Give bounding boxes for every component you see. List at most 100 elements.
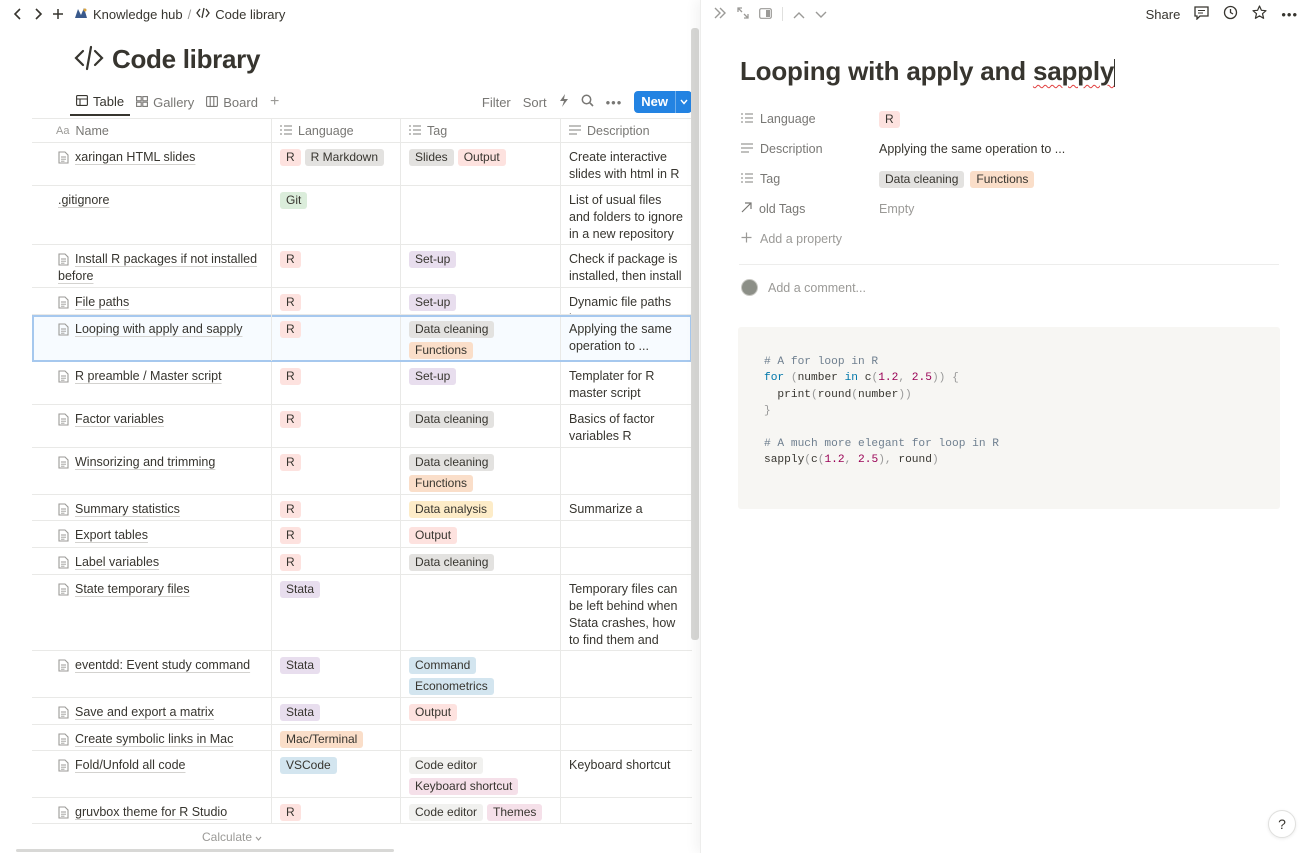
row-title[interactable]: R preamble / Master script (58, 369, 222, 383)
option-chip[interactable]: Slides (409, 149, 454, 166)
cell-language[interactable]: R (272, 448, 401, 494)
property-value[interactable]: Applying the same operation to ... (879, 142, 1281, 156)
new-button[interactable]: New (634, 91, 692, 113)
option-chip[interactable]: Stata (280, 581, 321, 598)
row-title[interactable]: Label variables (58, 555, 159, 569)
cell-tag[interactable]: Command Econometrics (401, 651, 561, 697)
row-title[interactable]: xaringan HTML slides (58, 150, 195, 164)
cell-description[interactable]: Create interactive slides with html in R… (561, 143, 692, 185)
history-icon[interactable] (1223, 5, 1238, 23)
option-chip[interactable]: R (280, 321, 301, 338)
cell-tag[interactable]: Data analysis (401, 495, 561, 520)
share-button[interactable]: Share (1146, 7, 1181, 22)
comments-icon[interactable] (1194, 5, 1209, 23)
cell-name[interactable]: Summary statistics (32, 495, 272, 520)
cell-language[interactable]: Stata (272, 698, 401, 724)
table-row[interactable]: Save and export a matrix Stata Output (32, 698, 692, 725)
option-chip[interactable]: R (280, 411, 301, 428)
cell-tag[interactable] (401, 725, 561, 750)
cell-description[interactable] (561, 725, 692, 750)
cell-name[interactable]: Factor variables (32, 405, 272, 447)
cell-name[interactable]: File paths (32, 288, 272, 314)
table-row[interactable]: Winsorizing and trimming R Data cleaning Fu… (32, 448, 692, 495)
column-header-tag[interactable]: Tag (401, 119, 561, 142)
option-chip[interactable]: Functions (970, 170, 1035, 188)
option-chip[interactable]: Data cleaning (409, 554, 495, 571)
side-peek-icon[interactable] (759, 7, 772, 22)
cell-description[interactable]: Basics of factor variables R (561, 405, 692, 447)
cell-name[interactable]: eventdd: Event study command (32, 651, 272, 697)
option-chip[interactable]: R (280, 454, 301, 471)
help-button[interactable]: ? (1268, 810, 1296, 838)
row-title[interactable]: State temporary files (58, 582, 190, 596)
option-chip[interactable]: R (280, 251, 301, 268)
table-row[interactable]: eventdd: Event study command Stata Command… (32, 651, 692, 698)
table-row[interactable]: Create symbolic links in Mac Mac/Terminal (32, 725, 692, 751)
option-chip[interactable]: VSCode (280, 757, 337, 774)
cell-language[interactable]: R (272, 245, 401, 287)
column-header-language[interactable]: Language (272, 119, 401, 142)
favorite-star-icon[interactable] (1252, 5, 1267, 23)
tab-board[interactable]: Board (200, 88, 264, 116)
comment-box[interactable]: Add a comment... (741, 279, 866, 296)
property-label[interactable]: old Tags (741, 202, 879, 216)
cell-description[interactable]: Check if package is installed, then inst… (561, 245, 692, 287)
add-page-icon[interactable] (48, 4, 68, 24)
table-row[interactable]: Summary statistics R Data analysis Summariz… (32, 495, 692, 521)
property-label[interactable]: Tag (741, 172, 879, 186)
table-row[interactable]: gruvbox theme for R Studio R Code editor Th… (32, 798, 692, 824)
row-title[interactable]: .gitignore (58, 193, 109, 207)
option-chip[interactable]: Output (457, 149, 506, 166)
column-header-name[interactable]: Aa Name (32, 119, 272, 142)
cell-language[interactable]: R (272, 288, 401, 314)
table-row[interactable]: .gitignore Git List of usual files and fol… (32, 186, 692, 245)
property-value[interactable]: Data cleaning Functions (879, 170, 1281, 188)
cell-language[interactable]: R (272, 362, 401, 404)
option-chip[interactable]: Data analysis (409, 501, 494, 518)
option-chip[interactable]: R (280, 149, 301, 166)
expand-icon[interactable] (737, 6, 749, 22)
back-icon[interactable] (8, 4, 28, 24)
calculate-button[interactable]: Calculate (32, 824, 432, 850)
add-property-button[interactable]: Add a property (741, 224, 1281, 254)
vertical-scrollbar[interactable] (691, 28, 699, 640)
cell-tag[interactable]: Set-up (401, 288, 561, 314)
cell-name[interactable]: Looping with apply and sapply (32, 315, 272, 361)
table-row[interactable]: Factor variables R Data cleaning Basics of … (32, 405, 692, 448)
cell-description[interactable] (561, 651, 692, 697)
cell-tag[interactable]: Output (401, 698, 561, 724)
sort-button[interactable]: Sort (523, 95, 547, 110)
cell-description[interactable]: Applying the same operation to ... (561, 315, 692, 361)
row-title[interactable]: Summary statistics (58, 502, 180, 516)
table-row[interactable]: R preamble / Master script R Set-up Templat… (32, 362, 692, 405)
property-label[interactable]: Description (741, 142, 879, 156)
cell-language[interactable]: R (272, 315, 401, 361)
previous-page-icon[interactable] (793, 7, 805, 22)
cell-description[interactable]: List of usual files and folders to ignor… (561, 186, 692, 244)
option-chip[interactable]: R Markdown (304, 149, 385, 166)
add-view-icon[interactable]: + (264, 93, 285, 111)
option-chip[interactable]: Data cleaning (409, 321, 495, 338)
table-row[interactable]: State temporary files Stata Temporary file… (32, 575, 692, 651)
breadcrumb-page[interactable]: Code library (215, 7, 285, 22)
row-title[interactable]: Looping with apply and sapply (58, 322, 242, 336)
option-chip[interactable]: Functions (409, 475, 474, 492)
cell-language[interactable]: R (272, 548, 401, 574)
cell-name[interactable]: Save and export a matrix (32, 698, 272, 724)
property-value[interactable]: Empty (879, 202, 1281, 216)
table-row[interactable]: Export tables R Output (32, 521, 692, 548)
cell-language[interactable]: R (272, 405, 401, 447)
cell-name[interactable]: Export tables (32, 521, 272, 547)
chevron-down-icon[interactable] (675, 91, 692, 113)
cell-tag[interactable]: Slides Output (401, 143, 561, 185)
cell-name[interactable]: xaringan HTML slides (32, 143, 272, 185)
cell-description[interactable] (561, 548, 692, 574)
cell-name[interactable]: R preamble / Master script (32, 362, 272, 404)
breadcrumb-workspace[interactable]: Knowledge hub (93, 7, 183, 22)
cell-name[interactable]: Winsorizing and trimming (32, 448, 272, 494)
row-title[interactable]: eventdd: Event study command (58, 658, 250, 672)
cell-tag[interactable]: Set-up (401, 362, 561, 404)
close-peek-icon[interactable] (713, 7, 727, 22)
option-chip[interactable]: Themes (487, 804, 543, 821)
cell-description[interactable]: Templater for R master script (561, 362, 692, 404)
